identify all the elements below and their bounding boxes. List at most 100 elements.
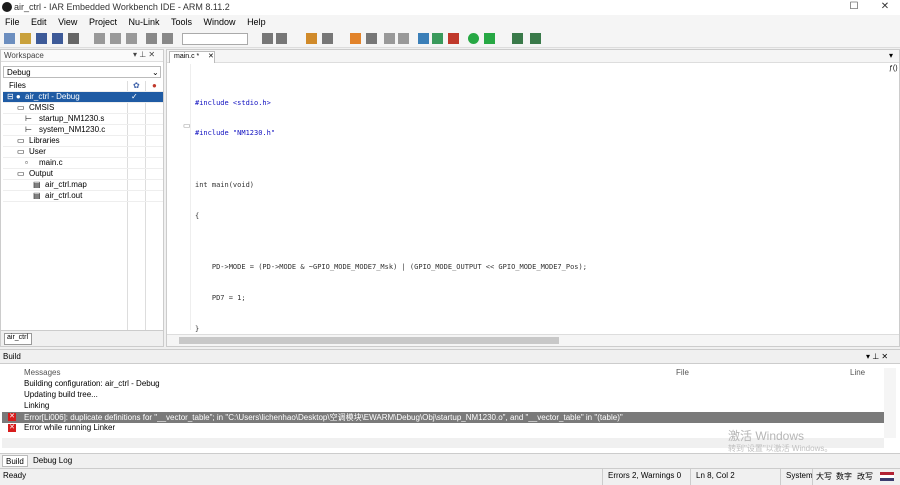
window-layout-icon[interactable] xyxy=(530,33,541,44)
error-icon: ✕ xyxy=(8,424,16,432)
code-area[interactable]: #include <stdio.h> #include "NM1230.h" i… xyxy=(195,77,587,355)
tree-item[interactable]: ▭ CMSIS xyxy=(3,103,163,114)
new-file-icon[interactable] xyxy=(4,33,15,44)
undo-icon[interactable] xyxy=(146,33,157,44)
bookmark-icon[interactable] xyxy=(306,33,317,44)
menu-nulink[interactable]: Nu-Link xyxy=(123,15,163,27)
activation-watermark-sub: 转到"设置"以激活 Windows。 xyxy=(728,444,833,453)
workspace-tree: Files ✿ ● ⊟ ● air_ctrl - Debug ✓ ▭ CMSIS … xyxy=(3,81,163,343)
editor-tabbar: main.c * ✕ ▾ xyxy=(167,50,899,63)
workspace-title: Workspace xyxy=(4,51,44,60)
activation-watermark: 激活 Windows xyxy=(728,429,805,443)
code-line: #include "NM1230.h" xyxy=(195,129,276,138)
build-header: Build ▾ ⊥ ✕ xyxy=(0,350,900,364)
editor-tab[interactable]: main.c * ✕ xyxy=(169,51,215,63)
stop-build-icon[interactable] xyxy=(432,33,443,44)
fold-icon[interactable]: ▭ xyxy=(183,121,191,130)
menu-tools[interactable]: Tools xyxy=(166,15,196,27)
tree-item[interactable]: ▫ main.c xyxy=(3,158,163,169)
tree-item[interactable]: ⊢ system_NM1230.c xyxy=(3,125,163,136)
scroll-thumb[interactable] xyxy=(179,337,559,344)
status-dot-icon: ● xyxy=(152,81,157,90)
code-line: { xyxy=(195,211,200,220)
menu-project[interactable]: Project xyxy=(84,15,121,27)
code-line: } xyxy=(195,325,200,334)
tree-item[interactable]: ▭ User xyxy=(3,147,163,158)
find-input[interactable] xyxy=(182,33,248,45)
tree-item[interactable]: ▤ air_ctrl.out xyxy=(3,191,163,202)
find-prev-icon[interactable] xyxy=(262,33,273,44)
editor-tab-label: main.c * xyxy=(174,53,200,60)
close-button[interactable]: ✕ xyxy=(876,1,894,13)
check-icon[interactable] xyxy=(398,33,409,44)
tree-item[interactable]: ▤ air_ctrl.map xyxy=(3,180,163,191)
make-icon[interactable] xyxy=(418,33,429,44)
list-item[interactable]: Updating build tree... xyxy=(2,390,884,401)
copy-icon[interactable] xyxy=(110,33,121,44)
flag-icon xyxy=(880,472,894,481)
menu-help[interactable]: Help xyxy=(242,15,270,27)
project-icon: ⊟ ● xyxy=(7,92,21,101)
compile-icon[interactable] xyxy=(384,33,395,44)
save-icon[interactable] xyxy=(36,33,47,44)
files-header: Files ✿ ● xyxy=(3,81,163,92)
code-line: PD->MODE = (PD->MODE & ~GPIO_MODE_MODE7_… xyxy=(195,263,587,272)
list-item[interactable]: Linking xyxy=(2,401,884,412)
status-encoding: System xyxy=(786,471,813,480)
goto-icon[interactable] xyxy=(322,33,333,44)
editor-panel: main.c * ✕ ▾ ƒ() ▭ #include <stdio.h> #i… xyxy=(166,49,900,347)
panel-controls-icon[interactable]: ▾ ⊥ ✕ xyxy=(866,352,888,361)
build-vscrollbar[interactable] xyxy=(884,368,896,438)
menu-view[interactable]: View xyxy=(53,15,81,27)
gear-icon[interactable]: ✿ xyxy=(133,81,140,90)
toolbar xyxy=(0,30,900,48)
toggle-breakpoint-icon[interactable] xyxy=(350,33,361,44)
checkmark-icon: ✓ xyxy=(131,92,138,101)
function-list-icon[interactable]: ƒ() xyxy=(889,65,898,72)
debug-without-download-icon[interactable] xyxy=(484,33,495,44)
window-title: air_ctrl - IAR Embedded Workbench IDE - … xyxy=(14,2,230,12)
editor-hscrollbar[interactable] xyxy=(167,334,899,346)
code-line: PD7 = 1; xyxy=(195,294,246,303)
menu-window[interactable]: Window xyxy=(199,15,240,27)
download-debug-icon[interactable] xyxy=(468,33,479,44)
tab-debug-log[interactable]: Debug Log xyxy=(30,455,75,467)
list-item[interactable]: Building configuration: air_ctrl - Debug xyxy=(2,379,884,390)
editor-gutter: ▭ xyxy=(167,64,191,330)
error-row[interactable]: ✕ Error[Li006]: duplicate definitions for… xyxy=(2,412,884,423)
workspace-tabbar: air_ctrl xyxy=(1,330,163,346)
pin-icon[interactable]: ▾ ⊥ ✕ xyxy=(133,50,155,59)
tree-item[interactable]: ▭ Output xyxy=(3,169,163,180)
tab-build[interactable]: Build xyxy=(2,455,28,467)
menu-file[interactable]: File xyxy=(0,15,24,27)
column-headers: Messages File Line xyxy=(24,368,866,377)
tree-item[interactable]: ⊢ startup_NM1230.s xyxy=(3,114,163,125)
save-all-icon[interactable] xyxy=(52,33,63,44)
workspace-tab[interactable]: air_ctrl xyxy=(4,333,32,345)
code-line: int main(void) xyxy=(195,180,255,189)
find-icon[interactable] xyxy=(276,33,287,44)
breakpoint-icon[interactable] xyxy=(448,33,459,44)
status-caps: 大写 xyxy=(816,472,832,481)
build-title: Build xyxy=(3,352,21,361)
layout-icon[interactable] xyxy=(512,33,523,44)
tree-item[interactable]: ⊟ ● air_ctrl - Debug ✓ xyxy=(3,92,163,103)
tree-item[interactable]: ▭ Libraries xyxy=(3,136,163,147)
print-icon[interactable] xyxy=(68,33,79,44)
title-bar: air_ctrl - IAR Embedded Workbench IDE - … xyxy=(0,0,900,15)
next-icon[interactable] xyxy=(366,33,377,44)
menu-edit[interactable]: Edit xyxy=(26,15,51,27)
redo-icon[interactable] xyxy=(162,33,173,44)
status-overwrite: 改写 xyxy=(857,472,873,481)
status-bar: Ready Errors 2, Warnings 0 Ln 8, Col 2 S… xyxy=(0,468,900,485)
config-select[interactable]: Debug ⌄ xyxy=(3,66,161,78)
cut-icon[interactable] xyxy=(94,33,105,44)
paste-icon[interactable] xyxy=(126,33,137,44)
status-ready: Ready xyxy=(3,471,27,480)
chevron-down-icon[interactable]: ▾ xyxy=(889,51,893,60)
status-position: Ln 8, Col 2 xyxy=(696,471,735,480)
chevron-down-icon: ⌄ xyxy=(152,68,159,77)
close-icon[interactable]: ✕ xyxy=(208,52,214,60)
open-file-icon[interactable] xyxy=(20,33,31,44)
maximize-button[interactable]: ☐ xyxy=(845,1,863,13)
